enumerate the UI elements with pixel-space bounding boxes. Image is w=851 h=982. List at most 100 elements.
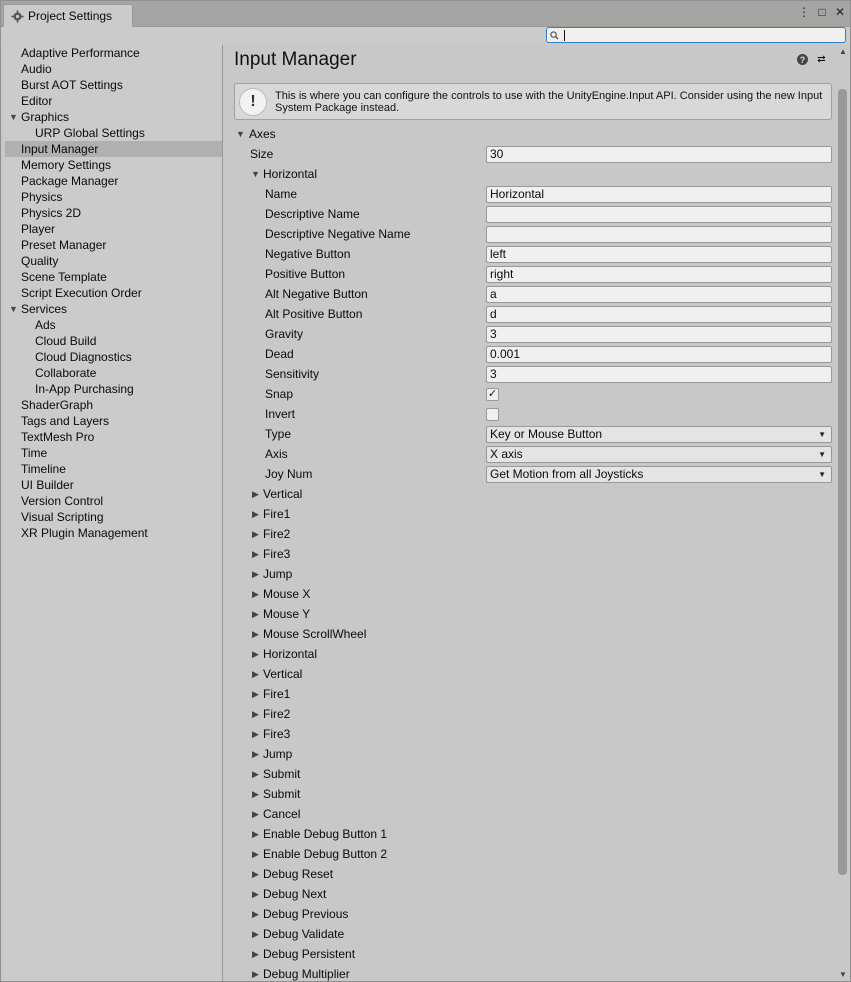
axis-foldout[interactable]: ▶ Submit bbox=[224, 785, 836, 805]
search-input[interactable] bbox=[546, 27, 846, 43]
axis-foldout[interactable]: ▶ Enable Debug Button 2 bbox=[224, 845, 836, 865]
sidebar-item-ads[interactable]: Ads bbox=[5, 317, 222, 333]
sidebar-item-visual-scripting[interactable]: Visual Scripting bbox=[5, 509, 222, 525]
axis-foldout[interactable]: ▶ Mouse X bbox=[224, 585, 836, 605]
chevron-right-icon: ▶ bbox=[252, 689, 259, 699]
tab-project-settings[interactable]: Project Settings bbox=[3, 4, 133, 27]
sidebar-item-textmesh-pro[interactable]: TextMesh Pro bbox=[5, 429, 222, 445]
property-field[interactable]: 3 bbox=[486, 366, 832, 383]
property-label: Type bbox=[265, 427, 292, 441]
axis-label: Horizontal bbox=[263, 167, 318, 181]
axis-foldout[interactable]: ▶ Mouse ScrollWheel bbox=[224, 625, 836, 645]
sidebar-item-label: URP Global Settings bbox=[35, 126, 145, 140]
axis-foldout[interactable]: ▶ Vertical bbox=[224, 665, 836, 685]
sidebar-item-label: In-App Purchasing bbox=[35, 382, 134, 396]
sidebar-item-physics-2d[interactable]: Physics 2D bbox=[5, 205, 222, 221]
property-field[interactable]: 3 bbox=[486, 326, 832, 343]
size-field[interactable]: 30 bbox=[486, 146, 832, 163]
axis-foldout[interactable]: ▶ Jump bbox=[224, 565, 836, 585]
axis-foldout[interactable]: ▶ Debug Persistent bbox=[224, 945, 836, 965]
sidebar-item-input-manager[interactable]: Input Manager bbox=[5, 141, 222, 157]
axis-foldout[interactable]: ▶ Horizontal bbox=[224, 645, 836, 665]
axis-foldout[interactable]: ▶ Fire1 bbox=[224, 505, 836, 525]
axis-foldout[interactable]: ▶ Submit bbox=[224, 765, 836, 785]
axis-foldout[interactable]: ▶ Vertical bbox=[224, 485, 836, 505]
axis-foldout[interactable]: ▶ Fire3 bbox=[224, 725, 836, 745]
sidebar-item-audio[interactable]: Audio bbox=[5, 61, 222, 77]
axis-label: Mouse ScrollWheel bbox=[263, 627, 367, 641]
axes-foldout[interactable]: ▼ Axes bbox=[224, 125, 836, 145]
sidebar-item-cloud-diagnostics[interactable]: Cloud Diagnostics bbox=[5, 349, 222, 365]
chevron-down-icon[interactable]: ▼ bbox=[9, 301, 18, 317]
axis-foldout[interactable]: ▶ Cancel bbox=[224, 805, 836, 825]
sidebar-item-package-manager[interactable]: Package Manager bbox=[5, 173, 222, 189]
axis-foldout[interactable]: ▶ Debug Validate bbox=[224, 925, 836, 945]
sidebar-item-script-execution-order[interactable]: Script Execution Order bbox=[5, 285, 222, 301]
axis-foldout[interactable]: ▶ Jump bbox=[224, 745, 836, 765]
property-field[interactable]: Horizontal bbox=[486, 186, 832, 203]
axis-label: Fire1 bbox=[263, 507, 291, 521]
axis-foldout[interactable]: ▶ Mouse Y bbox=[224, 605, 836, 625]
sidebar-item-editor[interactable]: Editor bbox=[5, 93, 222, 109]
axis-label: Cancel bbox=[263, 807, 301, 821]
property-field[interactable]: right bbox=[486, 266, 832, 283]
axis-foldout[interactable]: ▶ Debug Multiplier bbox=[224, 965, 836, 981]
axis-foldout[interactable]: ▶ Enable Debug Button 1 bbox=[224, 825, 836, 845]
sidebar-item-quality[interactable]: Quality bbox=[5, 253, 222, 269]
axis-foldout[interactable]: ▶ Fire1 bbox=[224, 685, 836, 705]
sidebar-item-adaptive-performance[interactable]: Adaptive Performance bbox=[5, 45, 222, 61]
sidebar-item-burst-aot-settings[interactable]: Burst AOT Settings bbox=[5, 77, 222, 93]
sidebar-item-services[interactable]: ▼ Services bbox=[5, 301, 222, 317]
axis-foldout[interactable]: ▶ Debug Reset bbox=[224, 865, 836, 885]
property-field[interactable]: a bbox=[486, 286, 832, 303]
scroll-up-icon[interactable]: ▲ bbox=[839, 47, 847, 56]
vertical-scrollbar[interactable]: ▲ ▼ bbox=[836, 45, 850, 981]
sidebar-item-tags-and-layers[interactable]: Tags and Layers bbox=[5, 413, 222, 429]
property-dropdown[interactable]: Key or Mouse Button ▼ bbox=[486, 426, 832, 443]
sidebar-item-in-app-purchasing[interactable]: In-App Purchasing bbox=[5, 381, 222, 397]
sidebar-item-memory-settings[interactable]: Memory Settings bbox=[5, 157, 222, 173]
sidebar-item-cloud-build[interactable]: Cloud Build bbox=[5, 333, 222, 349]
sidebar-item-time[interactable]: Time bbox=[5, 445, 222, 461]
scrollbar-thumb[interactable] bbox=[838, 89, 847, 875]
sidebar-item-label: Time bbox=[21, 446, 48, 460]
sidebar-item-version-control[interactable]: Version Control bbox=[5, 493, 222, 509]
sidebar-item-scene-template[interactable]: Scene Template bbox=[5, 269, 222, 285]
help-icon[interactable]: ? bbox=[797, 54, 808, 65]
chevron-right-icon: ▶ bbox=[252, 969, 259, 979]
property-label: Axis bbox=[265, 447, 288, 461]
close-icon[interactable]: ✕ bbox=[834, 5, 846, 19]
axis-foldout[interactable]: ▶ Fire2 bbox=[224, 705, 836, 725]
sidebar-item-graphics[interactable]: ▼ Graphics bbox=[5, 109, 222, 125]
scroll-down-icon[interactable]: ▼ bbox=[839, 970, 847, 979]
more-options-icon[interactable]: ⋮ bbox=[798, 5, 810, 19]
property-dropdown[interactable]: X axis ▼ bbox=[486, 446, 832, 463]
axis-foldout[interactable]: ▶ Debug Previous bbox=[224, 905, 836, 925]
sidebar-item-collaborate[interactable]: Collaborate bbox=[5, 365, 222, 381]
property-checkbox[interactable]: ✓ bbox=[486, 388, 499, 401]
maximize-icon[interactable]: □ bbox=[816, 5, 828, 19]
axis-foldout[interactable]: ▶ Fire3 bbox=[224, 545, 836, 565]
property-label: Negative Button bbox=[265, 247, 351, 261]
axis-foldout-horizontal[interactable]: ▼ Horizontal bbox=[224, 165, 836, 185]
axis-foldout[interactable]: ▶ Debug Next bbox=[224, 885, 836, 905]
chevron-down-icon[interactable]: ▼ bbox=[9, 109, 18, 125]
sidebar-item-timeline[interactable]: Timeline bbox=[5, 461, 222, 477]
property-field[interactable] bbox=[486, 226, 832, 243]
axis-foldout[interactable]: ▶ Fire2 bbox=[224, 525, 836, 545]
property-dropdown[interactable]: Get Motion from all Joysticks ▼ bbox=[486, 466, 832, 483]
size-row: Size 30 bbox=[224, 145, 836, 165]
property-field[interactable]: 0.001 bbox=[486, 346, 832, 363]
property-field[interactable]: d bbox=[486, 306, 832, 323]
sidebar-item-xr-plugin-management[interactable]: XR Plugin Management bbox=[5, 525, 222, 541]
sidebar-item-physics[interactable]: Physics bbox=[5, 189, 222, 205]
sidebar-item-ui-builder[interactable]: UI Builder bbox=[5, 477, 222, 493]
sidebar-item-shadergraph[interactable]: ShaderGraph bbox=[5, 397, 222, 413]
sidebar-item-urp-global-settings[interactable]: URP Global Settings bbox=[5, 125, 222, 141]
property-field[interactable]: left bbox=[486, 246, 832, 263]
property-checkbox[interactable] bbox=[486, 408, 499, 421]
sidebar-item-player[interactable]: Player bbox=[5, 221, 222, 237]
sidebar-item-preset-manager[interactable]: Preset Manager bbox=[5, 237, 222, 253]
presets-icon[interactable]: ⇄ bbox=[816, 54, 827, 65]
property-field[interactable] bbox=[486, 206, 832, 223]
